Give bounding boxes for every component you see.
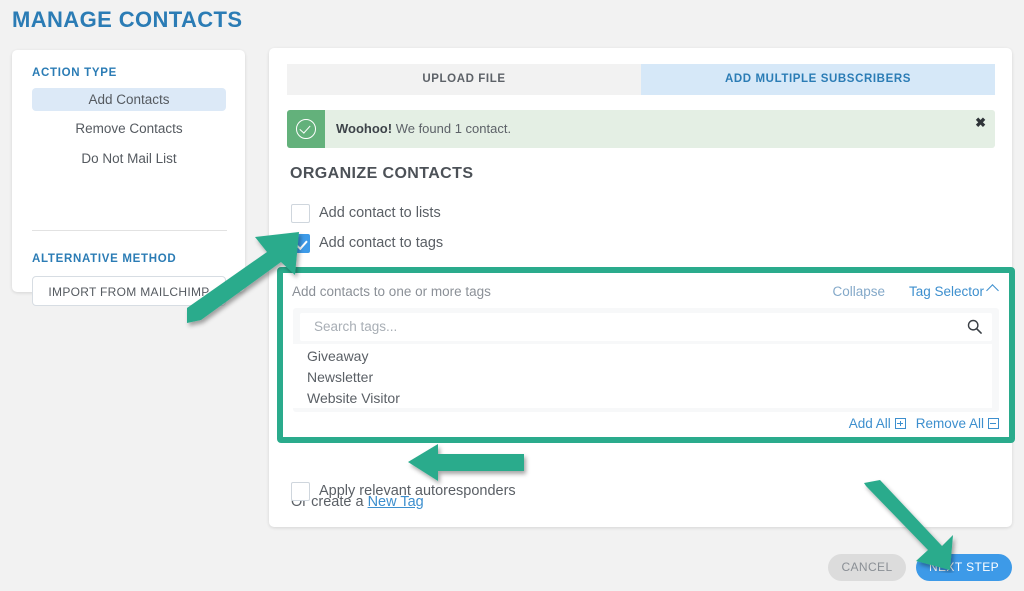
check-circle-icon bbox=[287, 110, 325, 148]
plus-box-icon[interactable] bbox=[894, 418, 906, 429]
close-icon[interactable]: ✖ bbox=[975, 116, 986, 130]
sidebar-card: ACTION TYPE Add Contacts Remove Contacts… bbox=[12, 50, 245, 306]
checkbox-add-contact-to-lists[interactable] bbox=[291, 204, 310, 223]
list-item[interactable]: Giveaway bbox=[307, 348, 368, 364]
checkbox-label: Apply relevant autoresponders bbox=[319, 483, 516, 499]
checkbox-label: Add contact to tags bbox=[319, 235, 444, 251]
cancel-button[interactable]: CANCEL bbox=[828, 554, 906, 581]
next-step-button[interactable]: NEXT STEP bbox=[916, 554, 1012, 581]
import-from-mailchimp-button[interactable]: IMPORT FROM MAILCHIMP bbox=[32, 276, 226, 306]
alert-message-rest: We found 1 contact. bbox=[392, 121, 512, 136]
alert-message-strong: Woohoo! bbox=[336, 121, 393, 136]
tab-upload-file[interactable]: UPLOAD FILE bbox=[287, 64, 641, 95]
sidebar-item-do-not-mail-list[interactable]: Do Not Mail List bbox=[32, 147, 226, 170]
add-all-link[interactable]: Add All bbox=[849, 416, 891, 431]
alert-message: Woohoo! We found 1 contact. bbox=[336, 121, 511, 136]
sidebar-item-add-contacts[interactable]: Add Contacts bbox=[32, 88, 226, 111]
sidebar-item-remove-contacts[interactable]: Remove Contacts bbox=[32, 117, 226, 140]
tag-listbox: Search tags... Giveaway Newsletter Websi… bbox=[293, 308, 999, 412]
search-tags-placeholder: Search tags... bbox=[314, 319, 398, 334]
page-title: MANAGE CONTACTS bbox=[12, 7, 243, 32]
checkbox-add-contact-to-tags[interactable] bbox=[291, 234, 310, 253]
remove-all-link[interactable]: Remove All bbox=[916, 416, 984, 431]
tag-selector-title: Add contacts to one or more tags bbox=[292, 284, 491, 299]
tag-selector-toggle[interactable]: Tag Selector bbox=[908, 284, 999, 299]
minus-box-icon[interactable] bbox=[988, 418, 999, 429]
search-icon[interactable] bbox=[967, 319, 982, 334]
checkbox-apply-autoresponders[interactable] bbox=[291, 482, 310, 501]
sidebar-heading-action-type: ACTION TYPE bbox=[32, 67, 118, 79]
sidebar-divider bbox=[32, 230, 227, 231]
bulk-action-links: Add All Remove All bbox=[849, 416, 999, 431]
sidebar-item-label: Remove Contacts bbox=[75, 121, 183, 136]
list-item[interactable]: Newsletter bbox=[307, 369, 373, 385]
tag-list: Giveaway Newsletter Website Visitor bbox=[293, 344, 992, 408]
sidebar-item-label: Add Contacts bbox=[88, 92, 170, 107]
sidebar-heading-alternative-method: ALTERNATIVE METHOD bbox=[32, 253, 177, 265]
search-tags-input[interactable]: Search tags... bbox=[300, 313, 992, 341]
list-item[interactable]: Website Visitor bbox=[307, 390, 400, 406]
tab-add-multiple-subscribers[interactable]: ADD MULTIPLE SUBSCRIBERS bbox=[641, 64, 995, 95]
tag-selector-panel: Add contacts to one or more tags Collaps… bbox=[277, 267, 1015, 443]
checkbox-label: Add contact to lists bbox=[319, 205, 441, 221]
collapse-link[interactable]: Collapse bbox=[832, 284, 885, 299]
chevron-up-icon bbox=[986, 284, 999, 297]
sidebar-item-label: Do Not Mail List bbox=[81, 151, 177, 166]
tag-selector-toggle-label: Tag Selector bbox=[908, 284, 984, 299]
tab-bar: UPLOAD FILE ADD MULTIPLE SUBSCRIBERS bbox=[287, 64, 995, 95]
organize-contacts-heading: ORGANIZE CONTACTS bbox=[290, 165, 474, 182]
success-alert: Woohoo! We found 1 contact. ✖ bbox=[287, 110, 995, 148]
